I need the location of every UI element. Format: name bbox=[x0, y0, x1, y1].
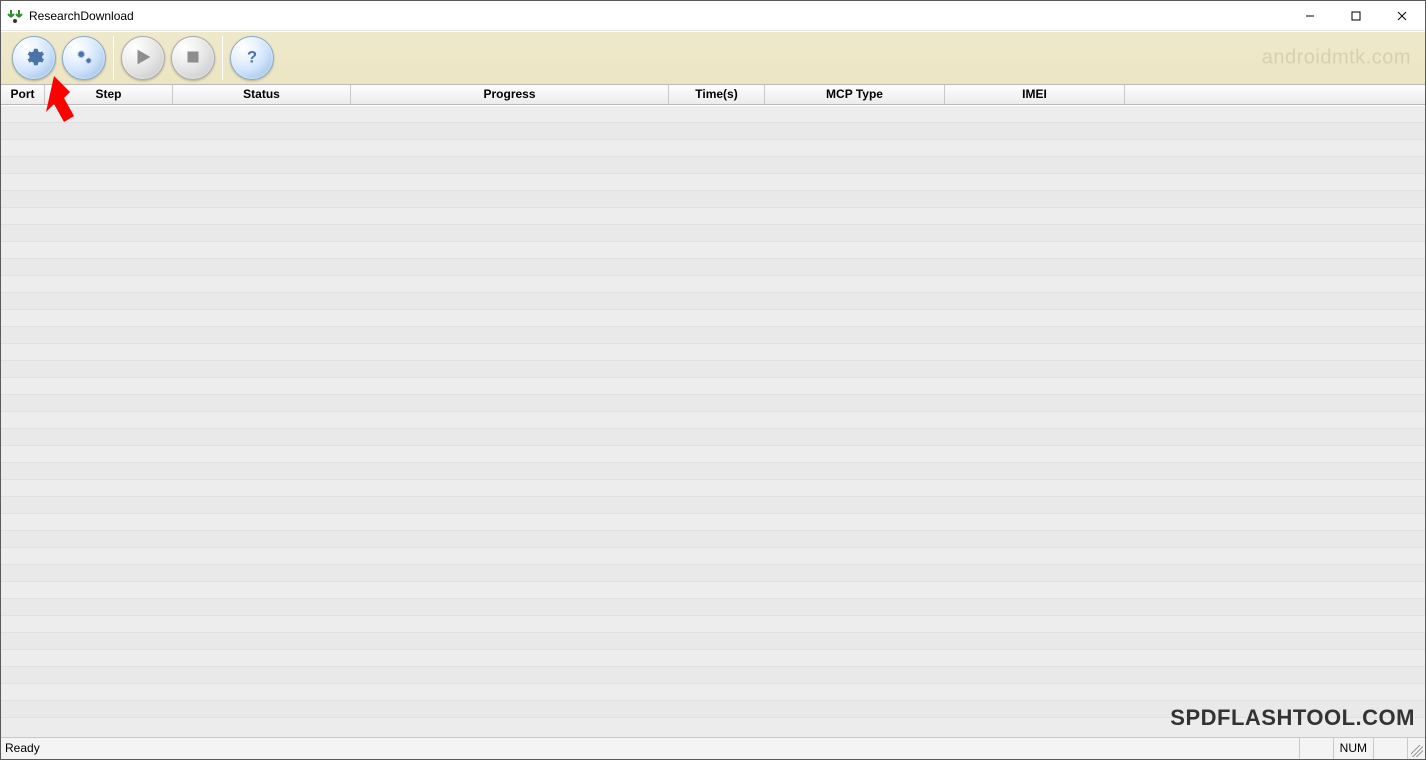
table-row bbox=[1, 378, 1425, 395]
play-icon bbox=[132, 46, 154, 71]
table-row bbox=[1, 616, 1425, 633]
table-row bbox=[1, 327, 1425, 344]
status-text: Ready bbox=[1, 738, 46, 759]
titlebar: ResearchDownload bbox=[1, 1, 1425, 31]
table-row bbox=[1, 599, 1425, 616]
column-progress[interactable]: Progress bbox=[351, 85, 669, 104]
svg-text:?: ? bbox=[247, 48, 257, 66]
table-row bbox=[1, 208, 1425, 225]
start-button[interactable] bbox=[121, 36, 165, 80]
resize-grip-icon[interactable] bbox=[1407, 738, 1425, 759]
column-status[interactable]: Status bbox=[173, 85, 351, 104]
statusbar-cell bbox=[1373, 738, 1407, 759]
table-row bbox=[1, 361, 1425, 378]
multi-settings-button[interactable] bbox=[62, 36, 106, 80]
statusbar: Ready NUM bbox=[1, 737, 1425, 759]
minimize-button[interactable] bbox=[1287, 1, 1333, 30]
table-row bbox=[1, 310, 1425, 327]
column-imei[interactable]: IMEI bbox=[945, 85, 1125, 104]
table-row bbox=[1, 157, 1425, 174]
table-row bbox=[1, 565, 1425, 582]
stop-icon bbox=[182, 46, 204, 71]
table-row bbox=[1, 701, 1425, 718]
window-controls bbox=[1287, 1, 1425, 30]
table-row bbox=[1, 582, 1425, 599]
app-window: ResearchDownload bbox=[0, 0, 1426, 760]
stop-button[interactable] bbox=[171, 36, 215, 80]
table-row bbox=[1, 463, 1425, 480]
statusbar-numlock: NUM bbox=[1333, 738, 1373, 759]
toolbar-separator bbox=[222, 36, 223, 80]
toolbar: ? androidmtk.com bbox=[1, 31, 1425, 85]
column-spacer bbox=[1125, 85, 1425, 104]
table-row bbox=[1, 514, 1425, 531]
table-row bbox=[1, 395, 1425, 412]
table-row bbox=[1, 344, 1425, 361]
watermark-top: androidmtk.com bbox=[1262, 47, 1411, 70]
column-port[interactable]: Port bbox=[1, 85, 45, 104]
table-row bbox=[1, 531, 1425, 548]
column-time[interactable]: Time(s) bbox=[669, 85, 765, 104]
table-row bbox=[1, 174, 1425, 191]
table-row bbox=[1, 548, 1425, 565]
toolbar-separator bbox=[113, 36, 114, 80]
table-row bbox=[1, 684, 1425, 701]
table-row bbox=[1, 225, 1425, 242]
help-icon: ? bbox=[241, 46, 263, 71]
table-row bbox=[1, 140, 1425, 157]
table-row bbox=[1, 259, 1425, 276]
table-row bbox=[1, 480, 1425, 497]
table-row bbox=[1, 293, 1425, 310]
table-row bbox=[1, 412, 1425, 429]
table-row bbox=[1, 667, 1425, 684]
column-mcp[interactable]: MCP Type bbox=[765, 85, 945, 104]
table-row bbox=[1, 191, 1425, 208]
statusbar-cell bbox=[1299, 738, 1333, 759]
help-button[interactable]: ? bbox=[230, 36, 274, 80]
table-row bbox=[1, 123, 1425, 140]
column-step[interactable]: Step bbox=[45, 85, 173, 104]
table-row bbox=[1, 446, 1425, 463]
close-button[interactable] bbox=[1379, 1, 1425, 30]
settings-button[interactable] bbox=[12, 36, 56, 80]
table-row bbox=[1, 276, 1425, 293]
table-header: Port Step Status Progress Time(s) MCP Ty… bbox=[1, 85, 1425, 105]
table-row bbox=[1, 429, 1425, 446]
table-body[interactable]: SPDFLASHTOOL.COM bbox=[1, 105, 1425, 737]
window-title: ResearchDownload bbox=[29, 9, 134, 23]
gear-icon bbox=[23, 46, 45, 71]
gears-icon bbox=[73, 46, 95, 71]
table-row bbox=[1, 106, 1425, 123]
table-row bbox=[1, 650, 1425, 667]
maximize-button[interactable] bbox=[1333, 1, 1379, 30]
table-row bbox=[1, 633, 1425, 650]
table-row bbox=[1, 242, 1425, 259]
app-icon bbox=[7, 8, 23, 24]
table-row bbox=[1, 497, 1425, 514]
